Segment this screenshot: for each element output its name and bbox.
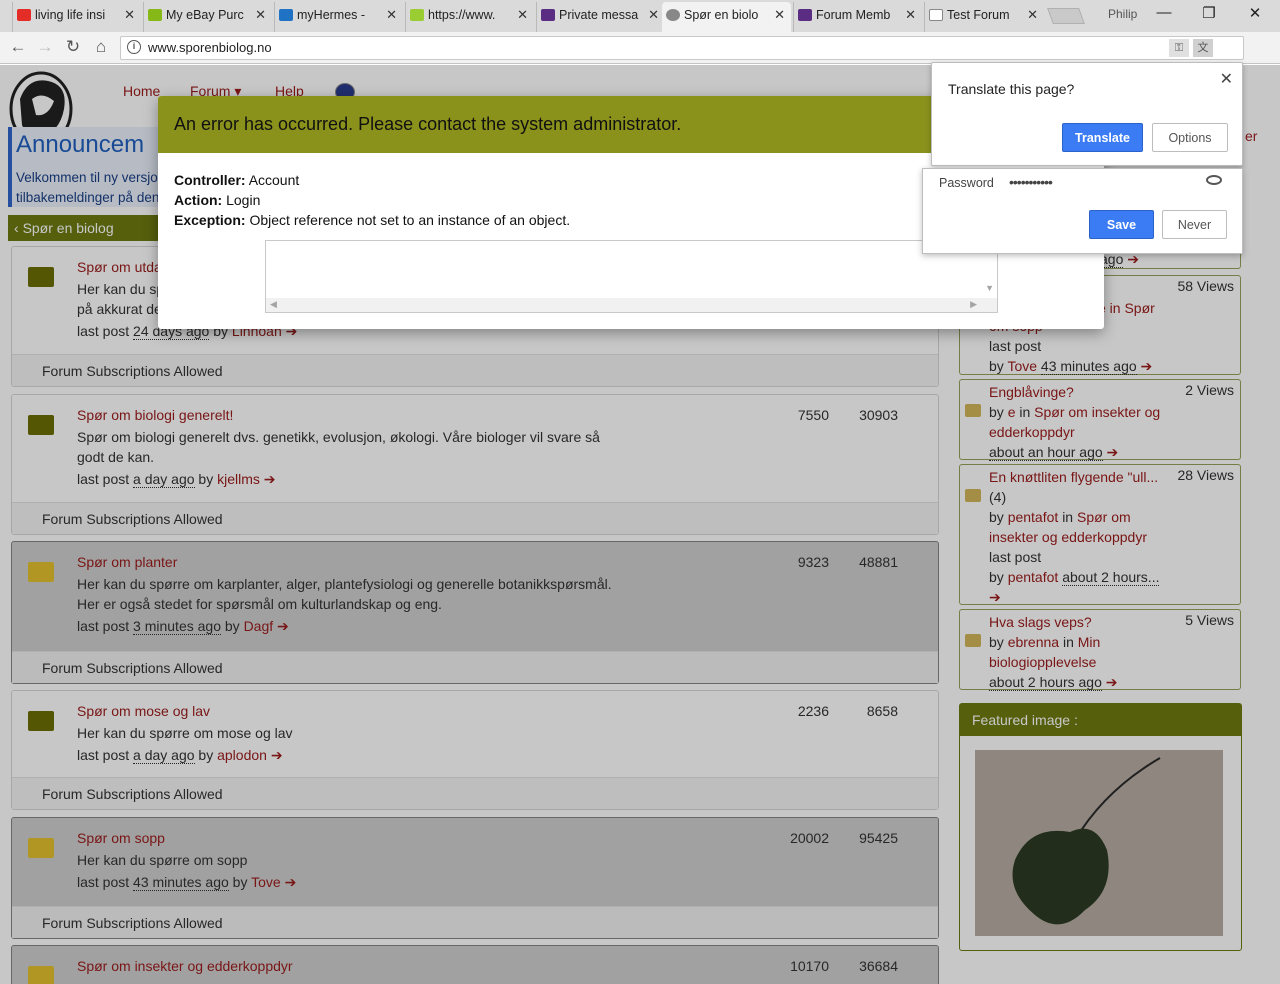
site-favicon-icon xyxy=(410,9,424,21)
password-label: Password xyxy=(939,176,994,190)
save-button[interactable]: Save xyxy=(1089,210,1154,239)
tab-title: myHermes - xyxy=(297,8,366,22)
browser-tab[interactable]: Private messa ✕ xyxy=(536,2,665,32)
browser-toolbar: ← → ↻ ⌂ i www.sporenbiolog.no ⚿ 文 ☆ ⋮ xyxy=(0,32,1280,88)
browser-tab[interactable]: https://www. ✕ xyxy=(405,2,534,32)
address-bar[interactable]: i www.sporenbiolog.no ⚿ 文 xyxy=(120,36,1244,60)
stack-trace-textarea[interactable]: ▼ ◀ ▶ xyxy=(265,240,998,313)
minimize-icon[interactable]: — xyxy=(1149,4,1179,21)
close-window-icon[interactable]: ✕ xyxy=(1240,4,1270,22)
tab-strip: living life insi ✕ My eBay Purc ✕ myHerm… xyxy=(0,0,1280,32)
browser-tab-active[interactable]: Spør en biolo ✕ xyxy=(662,2,791,32)
scroll-left-icon[interactable]: ◀ xyxy=(270,299,277,310)
browser-tab[interactable]: living life insi ✕ xyxy=(12,2,141,32)
tab-title: Test Forum xyxy=(947,8,1010,22)
scroll-down-icon[interactable]: ▼ xyxy=(985,283,994,293)
action-label: Action: xyxy=(174,192,223,208)
close-tab-icon[interactable]: ✕ xyxy=(386,2,397,28)
close-tab-icon[interactable]: ✕ xyxy=(774,2,785,28)
translate-question: Translate this page? xyxy=(948,81,1075,97)
scroll-right-icon[interactable]: ▶ xyxy=(970,299,977,310)
youtube-favicon-icon xyxy=(17,9,31,21)
ebay-favicon-icon xyxy=(148,9,162,21)
restore-icon[interactable]: ❐ xyxy=(1194,4,1224,22)
forum-favicon-icon xyxy=(541,9,555,21)
tab-title: Private messa xyxy=(559,8,639,22)
options-button[interactable]: Options xyxy=(1152,123,1228,152)
close-icon[interactable]: ✕ xyxy=(1220,69,1233,89)
forum-favicon-icon xyxy=(798,9,812,21)
exception-value: Object reference not set to an instance … xyxy=(249,212,571,228)
browser-tab[interactable]: Forum Memb ✕ xyxy=(793,2,922,32)
tab-title: Forum Memb xyxy=(816,8,891,22)
eye-icon[interactable] xyxy=(1206,175,1222,185)
new-tab-button[interactable] xyxy=(1047,8,1085,24)
translate-bubble: Translate this page? ✕ Translate Options xyxy=(931,62,1243,166)
action-value: Login xyxy=(226,192,261,208)
close-tab-icon[interactable]: ✕ xyxy=(648,2,659,28)
error-exception: Exception: Object reference not set to a… xyxy=(174,212,570,228)
error-action: Action: Login xyxy=(174,192,260,208)
browser-tab[interactable]: Test Forum ✕ xyxy=(924,2,1044,32)
horizontal-scrollbar[interactable]: ◀ ▶ xyxy=(266,298,997,312)
key-icon[interactable]: ⚿ xyxy=(1169,39,1189,57)
tab-title: Spør en biolo xyxy=(684,8,759,22)
loading-favicon-icon xyxy=(666,9,680,21)
back-icon[interactable]: ← xyxy=(6,37,30,57)
never-button[interactable]: Never xyxy=(1162,210,1227,239)
profile-name[interactable]: Philip xyxy=(1108,7,1137,21)
close-tab-icon[interactable]: ✕ xyxy=(517,2,528,28)
close-tab-icon[interactable]: ✕ xyxy=(124,2,135,28)
page-favicon-icon xyxy=(929,9,943,21)
close-tab-icon[interactable]: ✕ xyxy=(905,2,916,28)
exception-label: Exception: xyxy=(174,212,246,228)
browser-tab[interactable]: myHermes - ✕ xyxy=(274,2,403,32)
close-tab-icon[interactable]: ✕ xyxy=(1027,2,1038,28)
translate-icon[interactable]: 文 xyxy=(1193,39,1213,57)
url-text[interactable]: www.sporenbiolog.no xyxy=(148,40,272,55)
reload-icon[interactable]: ↻ xyxy=(61,37,85,57)
info-icon[interactable]: i xyxy=(127,40,141,54)
translate-button[interactable]: Translate xyxy=(1062,123,1143,152)
tab-title: living life insi xyxy=(35,8,106,22)
home-icon[interactable]: ⌂ xyxy=(89,37,113,57)
save-password-bubble: Password ••••••••••• Save Never xyxy=(922,168,1243,254)
controller-value: Account xyxy=(248,172,300,188)
error-controller: Controller: Account xyxy=(174,172,299,188)
browser-tab[interactable]: My eBay Purc ✕ xyxy=(143,2,272,32)
forward-icon[interactable]: → xyxy=(33,37,57,57)
masked-password: ••••••••••• xyxy=(1009,174,1053,190)
hermes-favicon-icon xyxy=(279,9,293,21)
tab-title: https://www. xyxy=(428,8,496,22)
tab-title: My eBay Purc xyxy=(166,8,244,22)
close-tab-icon[interactable]: ✕ xyxy=(255,2,266,28)
controller-label: Controller: xyxy=(174,172,246,188)
